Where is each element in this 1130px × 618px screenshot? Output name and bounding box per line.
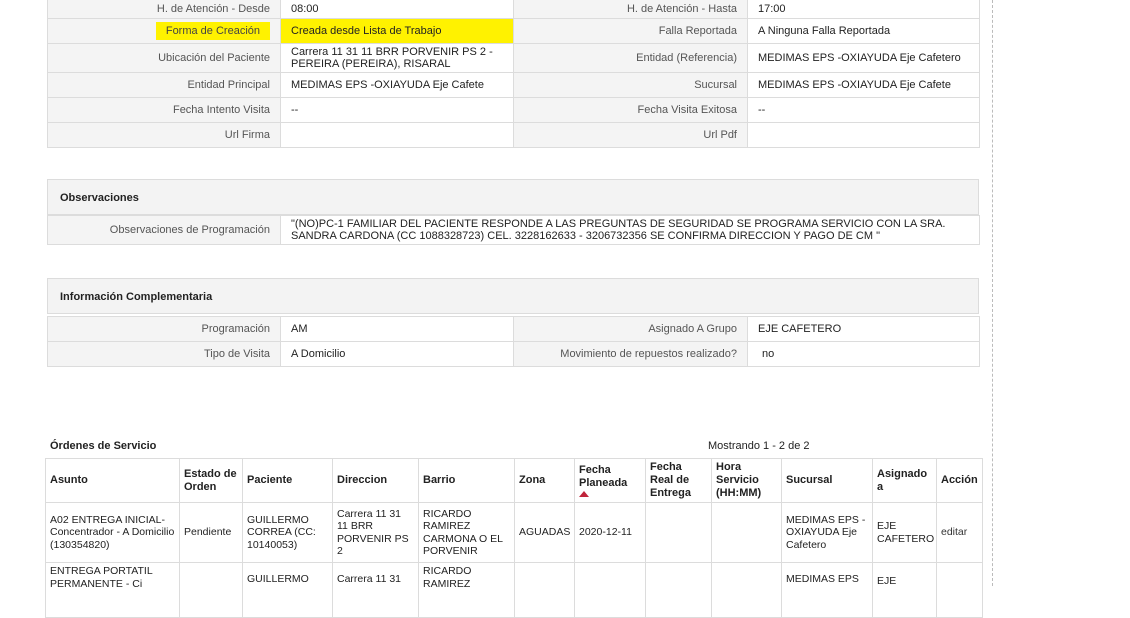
cell-sucursal: MEDIMAS EPS [781,562,873,618]
label-entidad-principal: Entidad Principal [47,72,281,98]
pagination-summary: Mostrando 1 - 2 de 2 [708,440,810,452]
cell-fecha-planeada [574,562,646,618]
label-programacion: Programación [47,316,281,342]
label-tipo-visita: Tipo de Visita [47,341,281,367]
cell-paciente: GUILLERMO CORREA (CC: 10140053) [242,502,333,563]
value-fecha-visita-exitosa: -- [747,97,980,123]
value-url-pdf [747,122,980,148]
table-row: ENTREGA PORTATIL PERMANENTE - Ci GUILLER… [45,562,983,618]
cell-asignado: EJE CAFETERO [872,502,937,563]
ordenes-title: Órdenes de Servicio [50,440,157,452]
label-fecha-intento-visita: Fecha Intento Visita [47,97,281,123]
cell-hora [711,502,782,563]
col-header-estado[interactable]: Estado de Orden [179,458,243,503]
label-hora-hasta: H. de Atención - Hasta [513,0,748,19]
col-header-sucursal[interactable]: Sucursal [781,458,873,503]
label-hora-desde: H. de Atención - Desde [47,0,281,19]
cell-estado: Pendiente [179,502,243,563]
cell-asunto: ENTREGA PORTATIL PERMANENTE - Ci [45,562,180,618]
value-forma-creacion: Creada desde Lista de Trabajo [280,18,514,44]
value-hora-desde: 08:00 [280,0,514,19]
table-row: A02 ENTREGA INICIAL- Concentrador - A Do… [45,502,983,563]
details-row: Url Firma Url Pdf [47,122,980,148]
value-falla-reportada: A Ninguna Falla Reportada [747,18,980,44]
cell-fecha-planeada: 2020-12-11 [574,502,646,563]
info-complementaria-header: Información Complementaria [47,278,979,314]
col-header-fecha-planeada-label: Fecha Planeada [579,464,628,489]
col-header-accion: Acción [936,458,983,503]
details-row: Fecha Intento Visita -- Fecha Visita Exi… [47,97,980,123]
value-url-firma [280,122,514,148]
label-falla-reportada: Falla Reportada [513,18,748,44]
cell-zona [514,562,575,618]
complementaria-row: Tipo de Visita A Domicilio Movimiento de… [47,341,980,367]
cell-estado [179,562,243,618]
col-header-asignado[interactable]: Asignado a [872,458,937,503]
cell-paciente: GUILLERMO [242,562,333,618]
value-entidad-referencia: MEDIMAS EPS -OXIAYUDA Eje Cafetero [747,43,980,73]
col-header-direccion[interactable]: Direccion [332,458,419,503]
cell-fecha-real [645,562,712,618]
col-header-paciente[interactable]: Paciente [242,458,333,503]
value-observaciones-programacion: "(NO)PC-1 FAMILIAR DEL PACIENTE RESPONDE… [280,215,980,245]
cell-barrio: RICARDO RAMIREZ CARMONA O EL PORVENIR [418,502,515,563]
label-entidad-referencia: Entidad (Referencia) [513,43,748,73]
sort-ascending-icon [579,491,589,497]
page-dashed-border [992,0,993,586]
label-forma-creacion: Forma de Creación [155,22,270,40]
value-tipo-visita: A Domicilio [280,341,514,367]
table-header-row: Asunto Estado de Orden Paciente Direccio… [45,458,983,503]
cell-zona: AGUADAS [514,502,575,563]
cell-hora [711,562,782,618]
label-url-firma: Url Firma [47,122,281,148]
label-asignado-grupo: Asignado A Grupo [513,316,748,342]
edit-link[interactable]: editar [941,526,967,538]
ordenes-table: Asunto Estado de Orden Paciente Direccio… [45,458,983,618]
observaciones-row: Observaciones de Programación "(NO)PC-1 … [47,215,980,245]
details-table: H. de Atención - Desde 08:00 H. de Atenc… [47,0,980,148]
value-sucursal: MEDIMAS EPS -OXIAYUDA Eje Cafete [747,72,980,98]
col-header-barrio[interactable]: Barrio [418,458,515,503]
value-movimiento-repuestos: no [747,341,980,367]
label-observaciones-programacion: Observaciones de Programación [47,215,281,245]
cell-direccion: Carrera 11 31 [332,562,419,618]
value-programacion: AM [280,316,514,342]
value-entidad-principal: MEDIMAS EPS -OXIAYUDA Eje Cafete [280,72,514,98]
details-row: Ubicación del Paciente Carrera 11 31 11 … [47,43,980,73]
label-fecha-visita-exitosa: Fecha Visita Exitosa [513,97,748,123]
label-sucursal: Sucursal [513,72,748,98]
observaciones-header: Observaciones [47,179,979,215]
cell-fecha-real [645,502,712,563]
col-header-fecha-real[interactable]: Fecha Real de Entrega [645,458,712,503]
details-row: Entidad Principal MEDIMAS EPS -OXIAYUDA … [47,72,980,98]
value-fecha-intento-visita: -- [280,97,514,123]
details-row: H. de Atención - Desde 08:00 H. de Atenc… [47,0,980,19]
info-complementaria-table: Programación AM Asignado A Grupo EJE CAF… [47,316,980,367]
value-asignado-grupo: EJE CAFETERO [747,316,980,342]
value-ubicacion-paciente: Carrera 11 31 11 BRR PORVENIR PS 2 - PER… [280,43,514,73]
col-header-hora-servicio[interactable]: Hora Servicio (HH:MM) [711,458,782,503]
cell-direccion: Carrera 11 31 11 BRR PORVENIR PS 2 [332,502,419,563]
observaciones-table: Observaciones de Programación "(NO)PC-1 … [47,215,980,245]
cell-asignado: EJE [872,562,937,618]
cell-asunto: A02 ENTREGA INICIAL- Concentrador - A Do… [45,502,180,563]
label-movimiento-repuestos: Movimiento de repuestos realizado? [513,341,748,367]
col-header-zona[interactable]: Zona [514,458,575,503]
col-header-fecha-planeada[interactable]: Fecha Planeada [574,458,646,503]
label-ubicacion-paciente: Ubicación del Paciente [47,43,281,73]
col-header-asunto[interactable]: Asunto [45,458,180,503]
cell-sucursal: MEDIMAS EPS -OXIAYUDA Eje Cafetero [781,502,873,563]
complementaria-row: Programación AM Asignado A Grupo EJE CAF… [47,316,980,342]
cell-accion [936,562,983,618]
cell-barrio: RICARDO RAMIREZ [418,562,515,618]
value-hora-hasta: 17:00 [747,0,980,19]
details-row: Forma de Creación Creada desde Lista de … [47,18,980,44]
label-url-pdf: Url Pdf [513,122,748,148]
